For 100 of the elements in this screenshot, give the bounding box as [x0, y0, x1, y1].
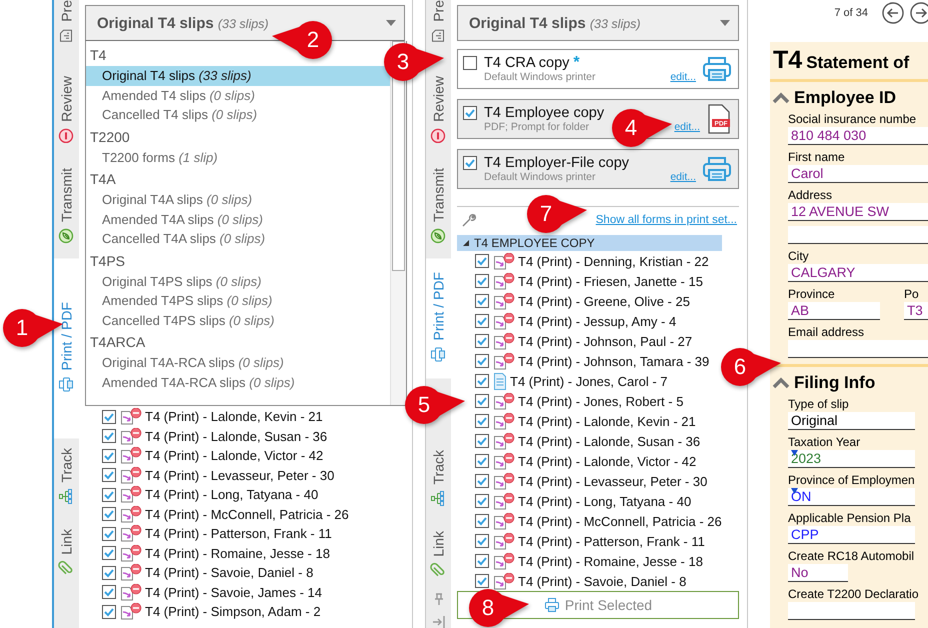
checkbox[interactable]: [102, 566, 116, 580]
dropdown-option[interactable]: Cancelled T4 slips (0 slips): [86, 105, 390, 124]
checkbox[interactable]: [475, 494, 489, 508]
text-field[interactable]: 2023: [788, 450, 915, 468]
printer-icon[interactable]: [702, 156, 732, 182]
tree-item[interactable]: T4 (Print) - Romaine, Jesse - 18: [518, 554, 703, 568]
tree-item[interactable]: T4 (Print) - McConnell, Patricia - 26: [145, 506, 349, 522]
checkbox[interactable]: [463, 56, 477, 70]
tree-item[interactable]: T4 (Print) - Denning, Kristian - 22: [518, 254, 709, 268]
side-tab[interactable]: Transmit: [426, 158, 451, 258]
side-tab[interactable]: Print / PDF: [54, 258, 79, 438]
checkbox[interactable]: [475, 514, 489, 528]
side-tab[interactable]: Review: [54, 66, 79, 158]
tree-item[interactable]: T4 (Print) - Lalonde, Victor - 42: [518, 454, 696, 468]
text-field[interactable]: Original: [788, 412, 915, 430]
tree-item[interactable]: T4 (Print) - Johnson, Tamara - 39: [518, 354, 710, 368]
tree-item[interactable]: T4 (Print) - Long, Tatyana - 40: [145, 487, 318, 502]
forward-arrow-icon[interactable]: [910, 2, 928, 24]
checkbox[interactable]: [475, 274, 489, 288]
dropdown-option[interactable]: Amended T4PS slips (0 slips): [86, 291, 390, 310]
tree-group-header[interactable]: T4 EMPLOYEE COPY: [457, 235, 722, 251]
tree-item[interactable]: T4 (Print) - Jones, Robert - 5: [518, 394, 684, 408]
side-tab[interactable]: Track: [54, 438, 79, 519]
tree-item[interactable]: T4 (Print) - Greene, Olive - 25: [518, 294, 690, 308]
checkbox[interactable]: [102, 448, 116, 463]
text-field[interactable]: CALGARY: [788, 264, 928, 282]
tree-item[interactable]: T4 (Print) - Jessup, Amy - 4: [518, 314, 676, 328]
side-tab[interactable]: Review: [426, 66, 451, 158]
tree-item[interactable]: T4 (Print) - Romaine, Jesse - 18: [145, 546, 330, 561]
dropdown-option[interactable]: Cancelled T4PS slips (0 slips): [86, 310, 390, 330]
checkbox[interactable]: [475, 414, 489, 428]
slip-type-dropdown[interactable]: Original T4 slips (33 slips): [457, 5, 739, 41]
checkbox[interactable]: [102, 468, 116, 482]
text-field[interactable]: [788, 226, 928, 244]
checkbox[interactable]: [463, 156, 477, 170]
checkbox[interactable]: [102, 604, 116, 619]
dropdown-option[interactable]: Original T4A-RCA slips (0 slips): [86, 353, 390, 372]
checkbox[interactable]: [475, 454, 489, 468]
checkbox[interactable]: [475, 434, 489, 448]
wrench-icon[interactable]: [461, 212, 477, 228]
tree-item[interactable]: T4 (Print) - Jones, Carol - 7: [510, 374, 668, 388]
checkbox[interactable]: [102, 410, 116, 424]
checkbox[interactable]: [475, 254, 489, 268]
edit-link[interactable]: edit...: [670, 71, 696, 83]
printer-icon[interactable]: [702, 56, 732, 82]
text-field[interactable]: Carol: [788, 165, 928, 183]
tree-item[interactable]: T4 (Print) - Levasseur, Peter - 30: [518, 474, 708, 488]
side-tab[interactable]: Print / PDF: [426, 258, 451, 378]
side-tab[interactable]: Link: [54, 518, 79, 590]
dropdown-option[interactable]: Amended T4A-RCA slips (0 slips): [86, 372, 390, 392]
dropdown-option[interactable]: Amended T4 slips (0 slips): [86, 86, 390, 105]
text-field[interactable]: 12 AVENUE SW: [788, 203, 928, 221]
tree-item[interactable]: T4 (Print) - Savoie, Daniel - 8: [518, 574, 686, 588]
side-tab[interactable]: Pre: [54, 0, 79, 52]
tree-item[interactable]: T4 (Print) - Lalonde, Kevin - 21: [145, 409, 323, 424]
tree-item[interactable]: T4 (Print) - Savoie, Daniel - 8: [145, 565, 314, 580]
checkbox[interactable]: [475, 354, 489, 368]
checkbox[interactable]: [475, 534, 489, 548]
checkbox[interactable]: [102, 488, 116, 502]
dropdown-option[interactable]: Original T4PS slips (0 slips): [86, 272, 390, 291]
text-field[interactable]: AB: [788, 302, 880, 320]
text-field[interactable]: No: [788, 564, 848, 582]
checkbox[interactable]: [475, 374, 489, 388]
text-field[interactable]: CPP: [788, 526, 915, 544]
checkbox[interactable]: [475, 294, 489, 308]
checkbox[interactable]: [475, 474, 489, 488]
dropdown-option[interactable]: T2200 forms (1 slip): [86, 148, 390, 167]
text-field[interactable]: [788, 340, 928, 358]
checkbox[interactable]: [475, 314, 489, 328]
side-tab[interactable]: Pre: [426, 0, 451, 52]
checkbox[interactable]: [102, 429, 116, 444]
show-all-forms-link[interactable]: Show all forms in print set...: [596, 214, 737, 226]
dropdown-option[interactable]: Original T4 slips (33 slips): [86, 66, 390, 86]
tree-item[interactable]: T4 (Print) - Patterson, Frank - 11: [145, 526, 332, 542]
dropdown-option[interactable]: Cancelled T4A slips (0 slips): [86, 229, 390, 248]
side-tab[interactable]: Track: [426, 440, 451, 521]
tree-item[interactable]: T4 (Print) - Lalonde, Susan - 36: [145, 428, 328, 444]
checkbox[interactable]: [102, 546, 116, 560]
tree-item[interactable]: T4 (Print) - Simpson, Adam - 2: [145, 604, 321, 620]
checkbox[interactable]: [102, 526, 116, 541]
tree-item[interactable]: T4 (Print) - Lalonde, Victor - 42: [145, 448, 324, 464]
checkbox[interactable]: [475, 574, 489, 588]
text-field[interactable]: 810 484 030: [788, 127, 928, 145]
text-field[interactable]: ON: [788, 488, 915, 506]
tree-item[interactable]: T4 (Print) - Patterson, Frank - 11: [518, 534, 705, 548]
tree-item[interactable]: T4 (Print) - McConnell, Patricia - 26: [518, 514, 722, 528]
side-tab[interactable]: Link: [426, 520, 451, 592]
checkbox[interactable]: [475, 554, 489, 568]
chevron-up-icon[interactable]: [772, 92, 790, 104]
tree-item[interactable]: T4 (Print) - Long, Tatyana - 40: [518, 494, 692, 508]
checkbox[interactable]: [463, 106, 477, 120]
tree-item[interactable]: T4 (Print) - Lalonde, Kevin - 21: [518, 414, 696, 428]
chevron-up-icon[interactable]: [772, 377, 790, 389]
tree-item[interactable]: T4 (Print) - Johnson, Paul - 27: [518, 334, 692, 348]
tree-item[interactable]: T4 (Print) - Savoie, James - 14: [145, 584, 322, 600]
text-field[interactable]: [788, 602, 915, 620]
checkbox[interactable]: [475, 334, 489, 348]
text-field[interactable]: T3: [904, 302, 928, 320]
tree-item[interactable]: T4 (Print) - Levasseur, Peter - 30: [145, 468, 334, 483]
checkbox[interactable]: [102, 585, 116, 600]
